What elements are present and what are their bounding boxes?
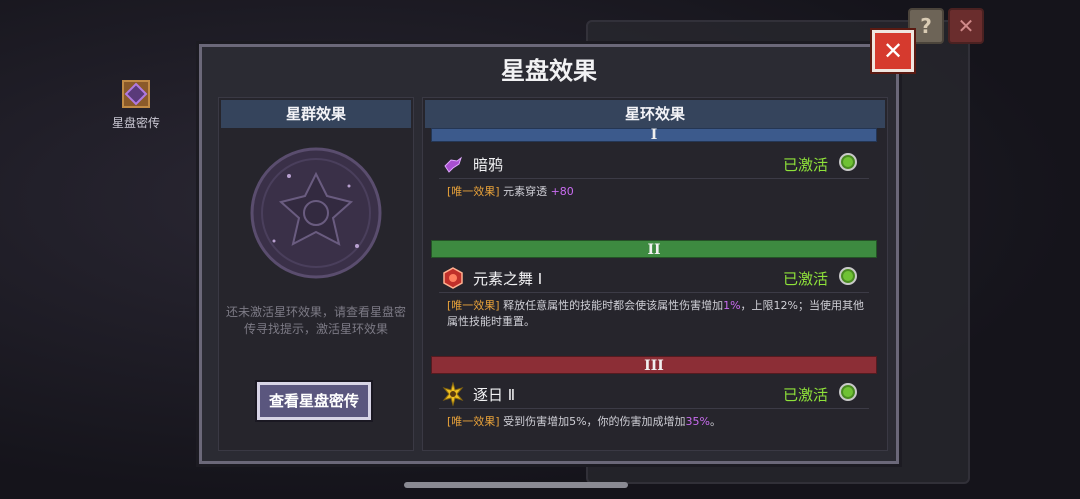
desc-text: 元素穿透 <box>503 185 548 198</box>
star-secret-label: 星盘密传 <box>112 116 161 130</box>
constellation-header: 星群效果 <box>221 100 411 128</box>
effect-header: 逐日 Ⅱ 已激活 <box>431 378 877 410</box>
desc-text: 释放任意属性的技能时都会使该属性伤害增加 <box>503 299 724 312</box>
background-close-button[interactable]: ✕ <box>948 8 984 44</box>
star-ring-panel: 星环效果 I 暗鸦 已激活 [唯一效果] 元素穿透 +80 II 元素之舞 Ⅰ … <box>422 97 888 451</box>
constellation-emblem-icon <box>250 147 382 279</box>
element-dance-icon <box>443 267 463 289</box>
divider <box>439 292 869 293</box>
ring-3-bar: III <box>431 356 877 374</box>
dialog-title: 星盘效果 <box>501 57 597 85</box>
effect-name: 元素之舞 Ⅰ <box>473 270 543 288</box>
effect-header: 元素之舞 Ⅰ 已激活 <box>431 262 877 294</box>
effect-description: [唯一效果] 受到伤害增加5%，你的伤害加成增加35%。 <box>447 414 867 430</box>
unique-effect-tag: [唯一效果] <box>447 185 500 198</box>
effect-name: 暗鸦 <box>473 156 504 174</box>
star-ring-header: 星环效果 <box>425 100 885 128</box>
desc-text: 。 <box>710 415 721 428</box>
crow-icon <box>444 156 462 173</box>
effect-status: 已激活 <box>783 270 829 288</box>
effect-status: 已激活 <box>783 156 829 174</box>
unique-effect-tag: [唯一效果] <box>447 299 500 312</box>
desc-text: 受到伤害增加5%，你的伤害加成增加 <box>503 415 686 428</box>
close-dialog-button[interactable]: ✕ <box>870 28 916 74</box>
ring-2-bar: II <box>431 240 877 258</box>
constellation-panel: 星群效果 还未激活星环效果，请查看星盘密传寻找提示，激活星环效果 查看星盘密传 <box>218 97 414 451</box>
scrollbar[interactable] <box>404 482 628 488</box>
effect-name: 逐日 Ⅱ <box>473 386 516 404</box>
desc-value: 35% <box>685 415 710 428</box>
view-star-secret-button[interactable]: 查看星盘密传 <box>255 380 373 422</box>
divider <box>439 178 869 179</box>
desc-value: 1% <box>723 299 741 312</box>
unique-effect-tag: [唯一效果] <box>447 415 500 428</box>
sun-chase-icon <box>442 382 464 406</box>
star-secret-icon[interactable] <box>118 76 154 112</box>
effect-description: [唯一效果] 元素穿透 +80 <box>447 184 867 200</box>
divider <box>439 408 869 409</box>
constellation-hint: 还未激活星环效果，请查看星盘密传寻找提示，激活星环效果 <box>225 305 406 336</box>
effect-header: 暗鸦 已激活 <box>431 148 877 180</box>
status-indicator-icon <box>839 267 857 285</box>
star-disk-dialog: 星盘效果 星群效果 还未激活星环效果，请查看星盘密传寻找提示，激活星环效果 查看… <box>196 41 902 467</box>
effect-status: 已激活 <box>783 386 829 404</box>
status-indicator-icon <box>839 153 857 171</box>
effect-description: [唯一效果] 释放任意属性的技能时都会使该属性伤害增加1%，上限12%；当使用其… <box>447 298 867 330</box>
ring-1-bar: I <box>431 128 877 142</box>
status-indicator-icon <box>839 383 857 401</box>
desc-value: +80 <box>550 185 574 198</box>
